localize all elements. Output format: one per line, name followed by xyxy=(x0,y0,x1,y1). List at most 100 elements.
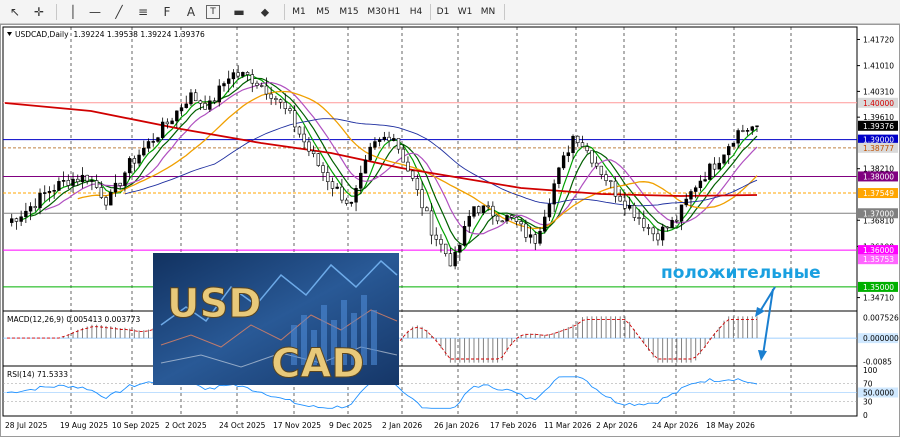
price-axis-label: 1.41720 xyxy=(863,35,894,44)
candle-body xyxy=(618,195,622,202)
candle-body xyxy=(467,215,471,227)
candle-body xyxy=(425,207,429,212)
arrow-icon[interactable]: ▬ xyxy=(230,3,248,21)
price-chart[interactable]: USD CAD положительные USDCAD,Daily 1.3922… xyxy=(1,25,899,436)
time-axis-label: 28 Jul 2025 xyxy=(5,421,48,430)
candle-body xyxy=(28,206,33,212)
timeframe-mn[interactable]: MN xyxy=(476,3,500,21)
candle-body xyxy=(415,178,420,191)
candle-body xyxy=(24,210,28,218)
candle-body xyxy=(576,135,580,143)
candle-body xyxy=(321,165,325,173)
candle-body xyxy=(123,172,127,186)
candle-body xyxy=(637,217,641,219)
candle-body xyxy=(330,181,335,189)
horizontal-line-icon[interactable]: — xyxy=(86,3,104,21)
candle-body xyxy=(703,179,707,182)
candle-body xyxy=(43,192,47,194)
toolbar-separator xyxy=(284,4,285,20)
candle-body xyxy=(293,110,297,128)
level-label: 1.37000 xyxy=(863,209,894,218)
time-axis-label: 9 Dec 2025 xyxy=(329,421,372,430)
candle-body xyxy=(377,139,382,142)
candle-body xyxy=(118,182,122,186)
rsi-axis-label: 70 xyxy=(863,380,873,389)
cursor-icon[interactable]: ↖ xyxy=(6,3,24,21)
candle-body xyxy=(679,204,684,222)
candle-body xyxy=(288,108,292,111)
candle-body xyxy=(481,205,486,214)
timeframe-m1[interactable]: M1 xyxy=(287,3,311,21)
vertical-line-icon[interactable]: │ xyxy=(64,3,82,21)
candle-body xyxy=(533,234,538,244)
timeframe-h1[interactable]: H1 xyxy=(382,3,406,21)
text-icon[interactable]: A xyxy=(182,3,200,21)
candle-body xyxy=(505,215,509,222)
level-label: 1.35000 xyxy=(863,283,894,292)
candle-body xyxy=(627,205,632,209)
trendline-icon[interactable]: ╱ xyxy=(110,3,128,21)
fibonacci-icon[interactable]: F xyxy=(158,3,176,21)
candle-body xyxy=(448,253,453,267)
candle-body xyxy=(71,178,75,186)
candle-body xyxy=(429,210,434,236)
candle-body xyxy=(392,138,396,141)
candle-body xyxy=(99,187,104,198)
candle-body xyxy=(80,174,85,183)
candle-body xyxy=(495,215,500,222)
candle-body xyxy=(38,192,42,209)
rsi-axis: 100 7050.000030 0 xyxy=(858,366,898,420)
timeframe-d1[interactable]: D1 xyxy=(431,3,455,21)
candle-body xyxy=(613,180,618,197)
candle-body xyxy=(127,158,132,174)
equidistant-channel-icon[interactable]: ≡ xyxy=(134,3,152,21)
candle-body xyxy=(61,180,66,182)
candle-body xyxy=(476,206,481,214)
timeframe-m15[interactable]: M15 xyxy=(335,3,363,21)
candle-body xyxy=(557,167,561,185)
candle-body xyxy=(712,163,717,170)
candle-body xyxy=(599,165,604,175)
candle-body xyxy=(491,205,495,217)
level-label: 1.39376 xyxy=(863,122,894,131)
timeframe-m5[interactable]: M5 xyxy=(311,3,335,21)
candle-body xyxy=(698,180,703,189)
candle-body xyxy=(750,126,754,131)
candle-body xyxy=(675,220,679,222)
candle-body xyxy=(571,135,575,154)
timeframe-h4[interactable]: H4 xyxy=(404,3,428,21)
toolbar-separator xyxy=(56,4,57,20)
candle-body xyxy=(642,218,646,228)
chart-title: USDCAD,Daily 1.39224 1.39538 1.39224 1.39… xyxy=(15,30,205,39)
candle-body xyxy=(726,146,731,156)
candle-body xyxy=(349,201,354,204)
time-axis-label: 24 Oct 2025 xyxy=(219,421,266,430)
rsi-axis-label: 50.0000 xyxy=(863,389,894,398)
usd-cad-logo: USD CAD xyxy=(153,253,399,388)
text-label-icon[interactable]: T xyxy=(206,5,220,19)
shapes-icon[interactable]: ⬥ xyxy=(256,3,274,21)
candle-body xyxy=(566,152,571,157)
candle-body xyxy=(453,251,457,267)
candle-body xyxy=(590,150,594,164)
time-axis-label: 2 Oct 2025 xyxy=(165,421,207,430)
candle-body xyxy=(231,72,236,80)
annotation-text: положительные xyxy=(661,263,821,283)
candle-body xyxy=(717,162,721,170)
candle-body xyxy=(585,146,589,152)
time-axis-label: 18 May 2026 xyxy=(706,421,755,430)
price-axis-label: 1.40310 xyxy=(863,87,894,96)
candle-body xyxy=(52,190,56,192)
macd-axis-label: -0.0085 xyxy=(863,357,892,366)
crosshair-icon[interactable]: ✛ xyxy=(30,3,48,21)
candle-body xyxy=(307,141,311,152)
candle-body xyxy=(660,226,665,241)
level-label: 1.38000 xyxy=(863,172,894,181)
candle-body xyxy=(670,220,674,228)
level-label: 1.38777 xyxy=(863,144,894,153)
candle-body xyxy=(363,159,368,174)
candle-body xyxy=(552,183,556,205)
candle-body xyxy=(439,239,443,245)
timeframe-w1[interactable]: W1 xyxy=(453,3,477,21)
candle-body xyxy=(684,198,688,206)
